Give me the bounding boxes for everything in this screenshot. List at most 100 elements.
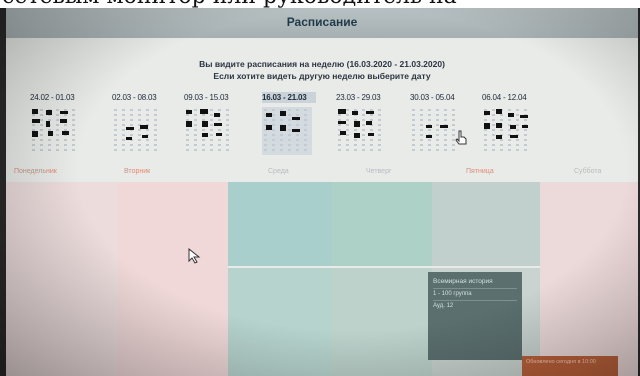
calendar-busy-block [32,131,38,137]
calendar-dot [64,139,67,141]
choose-week-hint: Если хотите видеть другую неделю выберит… [213,71,431,81]
day-tuesday: Вторник [124,168,151,175]
calendar-dot [138,134,141,136]
calendar-dot [280,139,283,141]
calendar-busy-block [440,125,448,128]
calendar-dot [56,144,59,146]
week-option-6[interactable]: 30.03 - 05.04 [410,92,464,156]
calendar-busy-block [46,121,50,127]
calendar-dot [296,139,299,141]
calendar-dot [428,144,431,146]
schedule-cell[interactable] [332,182,432,266]
schedule-cell[interactable] [432,182,540,266]
calendar-dot [218,144,221,146]
calendar-dot [194,109,197,111]
calendar-dot [218,119,221,121]
calendar-dot [436,114,439,116]
schedule-cell[interactable] [228,182,332,266]
calendar-dot [114,139,117,141]
week-option-4[interactable]: 16.03 - 21.03 [262,92,316,156]
calendar-dot [346,149,349,151]
calendar-dot [304,139,307,141]
schedule-cell[interactable] [228,268,332,376]
calendar-busy-block [140,125,148,129]
calendar-dot [436,129,439,131]
calendar-busy-block [292,129,300,132]
calendar-dot [412,129,415,131]
calendar-dot [484,119,487,121]
calendar-dot [346,134,349,136]
calendar-dot [114,134,117,136]
calendar-dot [186,139,189,141]
calendar-dot [194,149,197,151]
schedule-cell[interactable] [6,182,118,376]
calendar-dot [436,124,439,126]
week-thumbnail [336,107,386,155]
calendar-dot [288,149,291,151]
calendar-dot [272,129,275,131]
calendar-dot [370,139,373,141]
schedule-cell[interactable] [118,182,228,376]
calendar-dot [32,144,35,146]
calendar-dot [114,109,117,111]
calendar-dot [210,109,213,111]
calendar-dot [210,119,213,121]
calendar-dot [226,109,229,111]
week-label: 09.03 - 15.03 [184,93,229,102]
course-room: Ауд. 12 [433,303,454,309]
week-thumbnail [482,107,532,155]
calendar-dot [444,114,447,116]
calendar-dot [64,144,67,146]
calendar-dot [412,109,415,111]
schedule-cell[interactable] [332,268,432,376]
calendar-dot [280,134,283,136]
calendar-dot [138,139,141,141]
calendar-dot [378,109,381,111]
update-notice-button[interactable]: Обновлено сегодня в 10:00 [522,356,618,376]
calendar-dot [354,129,357,131]
calendar-dot [72,144,75,146]
calendar-dot [194,129,197,131]
calendar-dot [354,144,357,146]
calendar-dot [516,109,519,111]
calendar-dot [64,149,67,151]
calendar-dot [524,129,527,131]
calendar-dot [288,119,291,121]
week-label: 02.03 - 08.03 [112,93,157,102]
calendar-dot [114,144,117,146]
week-option-1[interactable]: 24.02 - 01.03 [30,92,84,156]
calendar-dot [202,129,205,131]
calendar-busy-block [338,109,346,114]
calendar-dot [226,144,229,146]
calendar-dot [354,149,357,151]
calendar-dot [218,109,221,111]
calendar-dot [378,129,381,131]
calendar-dot [492,149,495,151]
calendar-dot [428,139,431,141]
week-option-5[interactable]: 23.03 - 29.03 [336,92,390,156]
week-option-3[interactable]: 09.03 - 15.03 [184,92,238,156]
calendar-busy-block [366,121,372,125]
calendar-dot [304,134,307,136]
calendar-busy-block [510,135,518,138]
calendar-dot [378,114,381,116]
calendar-dot [146,129,149,131]
calendar-dot [508,109,511,111]
calendar-dot [210,134,213,136]
calendar-dot [264,144,267,146]
calendar-dot [304,129,307,131]
calendar-dot [296,149,299,151]
week-option-7[interactable]: 06.04 - 12.04 [482,92,536,156]
calendar-dot [72,139,75,141]
calendar-busy-block [510,125,516,129]
calendar-dot [138,109,141,111]
week-option-2[interactable]: 02.03 - 08.03 [112,92,166,156]
calendar-dot [296,109,299,111]
calendar-busy-block [496,123,502,128]
course-card[interactable]: Всемирная история 1 - 100 группа Ауд. 12 [428,272,522,360]
calendar-dot [186,114,189,116]
calendar-dot [56,114,59,116]
calendar-dot [420,139,423,141]
calendar-dot [114,119,117,121]
schedule-cell[interactable] [540,182,638,376]
